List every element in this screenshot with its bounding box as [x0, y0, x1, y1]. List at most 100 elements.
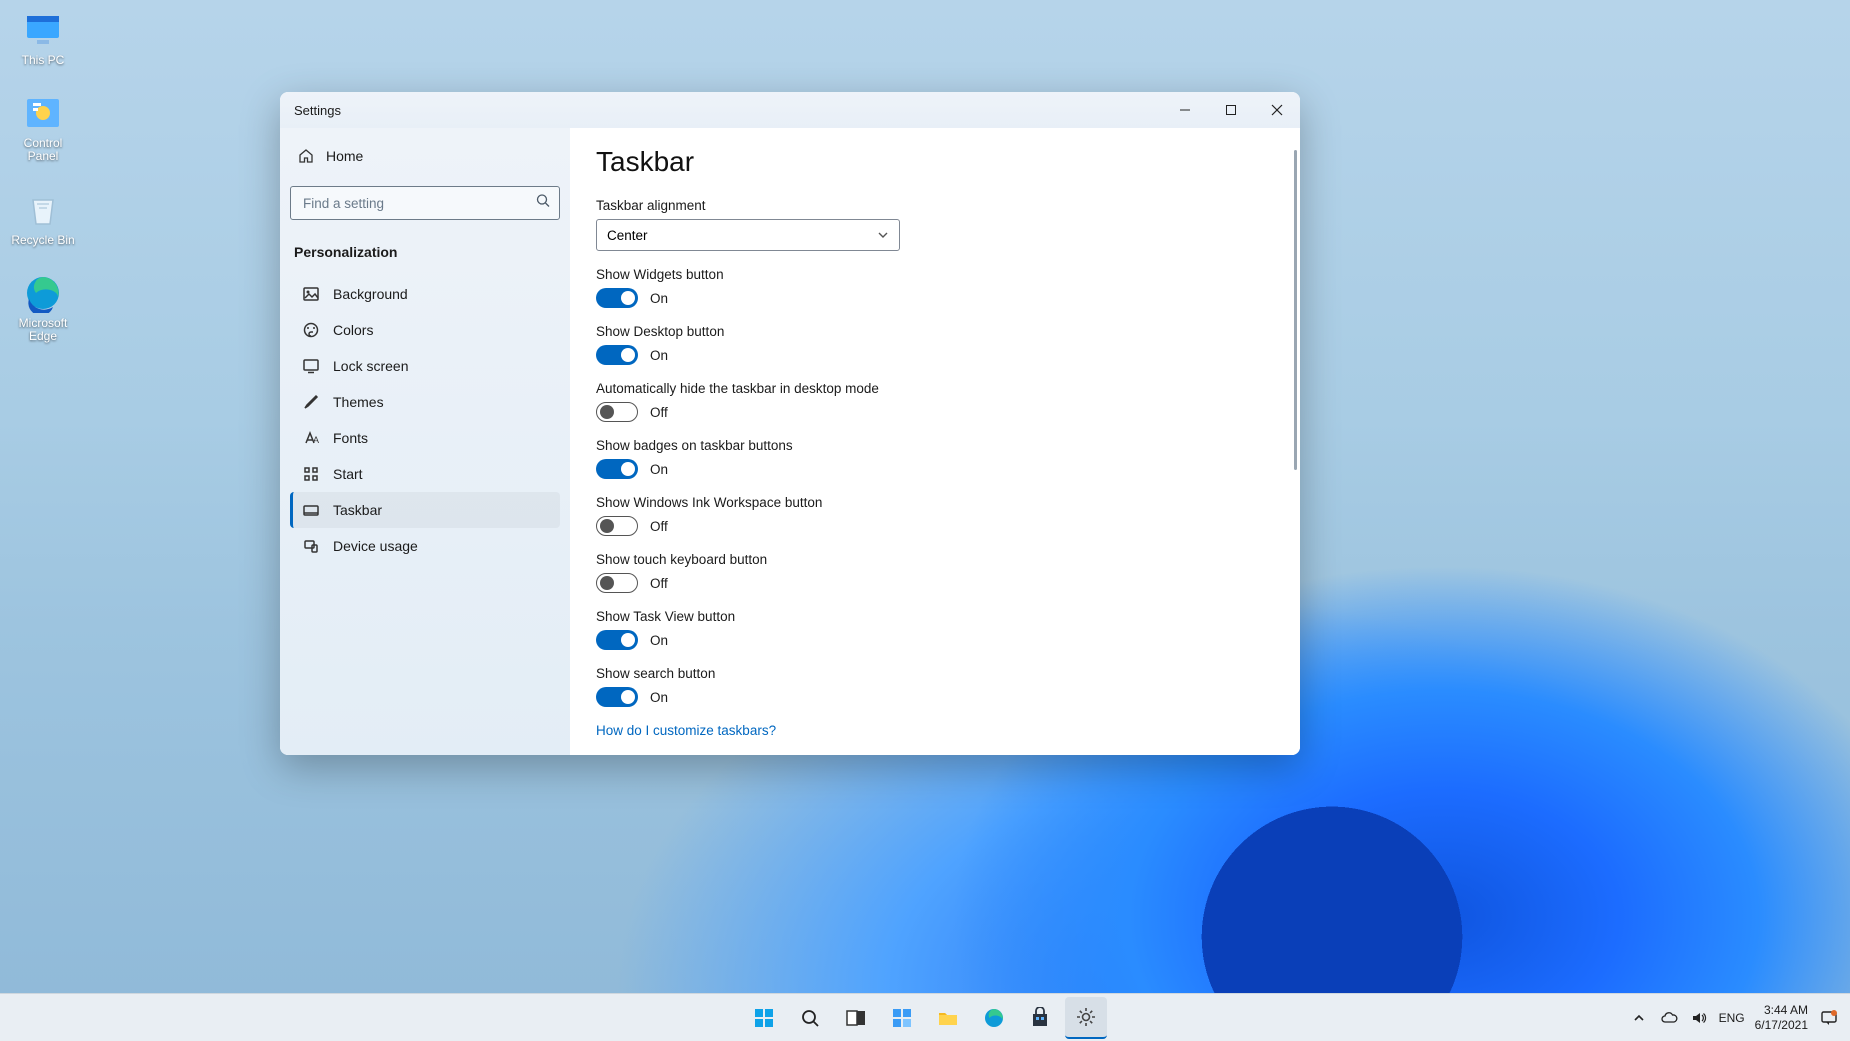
nav-item-label: Themes: [333, 394, 384, 410]
folder-icon: [937, 1007, 959, 1029]
image-icon: [303, 286, 319, 302]
scrollbar-thumb[interactable]: [1294, 150, 1297, 470]
nav-item-fonts[interactable]: AFonts: [290, 420, 560, 456]
desktop-icon-label: This PC: [22, 54, 65, 67]
nav-item-themes[interactable]: Themes: [290, 384, 560, 420]
cloud-icon: [1660, 1011, 1678, 1025]
content-area: Taskbar Taskbar alignment Center Show Wi…: [570, 128, 1300, 755]
titlebar[interactable]: Settings: [280, 92, 1300, 128]
toggle-label: Show search button: [596, 666, 1265, 681]
toggle-switch[interactable]: [596, 345, 638, 365]
taskview-button[interactable]: [835, 997, 877, 1039]
settings-window: Settings Home Personalization Background…: [280, 92, 1300, 755]
nav-home[interactable]: Home: [290, 140, 560, 172]
widgets-icon: [891, 1007, 913, 1029]
toggle-switch[interactable]: [596, 573, 638, 593]
nav-item-label: Background: [333, 286, 408, 302]
speaker-icon: [1691, 1010, 1707, 1026]
toggle-state-text: On: [650, 291, 668, 306]
help-link[interactable]: How do I customize taskbars?: [596, 723, 1265, 738]
nav-item-start[interactable]: Start: [290, 456, 560, 492]
maximize-button[interactable]: [1208, 92, 1254, 128]
this-pc-icon: [23, 10, 63, 50]
store-button[interactable]: [1019, 997, 1061, 1039]
toggle-switch[interactable]: [596, 516, 638, 536]
toggle-switch[interactable]: [596, 459, 638, 479]
desktop-icon-microsoft-edge[interactable]: Microsoft Edge: [8, 273, 78, 343]
toggle-label: Show badges on taskbar buttons: [596, 438, 1265, 453]
desktop-icon-label: Microsoft Edge: [8, 317, 78, 343]
font-icon: A: [303, 430, 319, 446]
language-indicator[interactable]: ENG: [1719, 1011, 1745, 1025]
close-icon: [1271, 104, 1283, 116]
start-button[interactable]: [743, 997, 785, 1039]
chevron-down-icon: [877, 229, 889, 241]
toggle-switch[interactable]: [596, 288, 638, 308]
brush-icon: [303, 394, 319, 410]
control-panel-icon: [23, 93, 63, 133]
toggle-state-text: Off: [650, 405, 668, 420]
sidebar-section-label: Personalization: [290, 238, 560, 272]
monitor-icon: [303, 358, 319, 374]
system-tray: ENG 3:44 AM 6/17/2021: [1629, 994, 1850, 1041]
explorer-button[interactable]: [927, 997, 969, 1039]
nav-item-taskbar[interactable]: Taskbar: [290, 492, 560, 528]
nav-item-lockscreen[interactable]: Lock screen: [290, 348, 560, 384]
nav-item-deviceusage[interactable]: Device usage: [290, 528, 560, 564]
toggle-state-text: On: [650, 633, 668, 648]
volume-tray[interactable]: [1689, 1008, 1709, 1028]
notification-icon: [1820, 1009, 1838, 1027]
clock-time: 3:44 AM: [1764, 1003, 1808, 1017]
toggle-switch[interactable]: [596, 402, 638, 422]
search-icon: [536, 194, 550, 213]
desktop-icon-recycle-bin[interactable]: Recycle Bin: [8, 190, 78, 247]
edge-icon: [23, 273, 63, 313]
tray-overflow[interactable]: [1629, 1008, 1649, 1028]
toggle-switch[interactable]: [596, 630, 638, 650]
taskbar: ENG 3:44 AM 6/17/2021: [0, 993, 1850, 1041]
clock-date: 6/17/2021: [1755, 1018, 1808, 1032]
taskbar-icon: [303, 502, 319, 518]
toggle-state-text: On: [650, 690, 668, 705]
minimize-button[interactable]: [1162, 92, 1208, 128]
minimize-icon: [1179, 104, 1191, 116]
alignment-value: Center: [607, 228, 648, 243]
nav-item-background[interactable]: Background: [290, 276, 560, 312]
chevron-up-icon: [1633, 1012, 1645, 1024]
toggle-state-text: On: [650, 348, 668, 363]
search-field[interactable]: [290, 186, 560, 220]
nav-item-label: Colors: [333, 322, 373, 338]
taskview-icon: [845, 1007, 867, 1029]
notifications-button[interactable]: [1818, 1007, 1840, 1029]
clock[interactable]: 3:44 AM 6/17/2021: [1755, 1003, 1808, 1032]
nav-item-colors[interactable]: Colors: [290, 312, 560, 348]
toggle-label: Show Desktop button: [596, 324, 1265, 339]
sidebar: Home Personalization Background Colors Loc…: [280, 128, 570, 755]
toggle-state-text: Off: [650, 576, 668, 591]
close-button[interactable]: [1254, 92, 1300, 128]
edge-button[interactable]: [973, 997, 1015, 1039]
alignment-label: Taskbar alignment: [596, 198, 1265, 213]
desktop-icon-this-pc[interactable]: This PC: [8, 10, 78, 67]
search-input[interactable]: [290, 186, 560, 220]
toggle-switch[interactable]: [596, 687, 638, 707]
nav-home-label: Home: [326, 148, 363, 164]
search-button[interactable]: [789, 997, 831, 1039]
desktop-icon-control-panel[interactable]: Control Panel: [8, 93, 78, 163]
store-icon: [1029, 1007, 1051, 1029]
windows-logo-icon: [753, 1007, 775, 1029]
scrollbar[interactable]: [1291, 128, 1300, 755]
desktop: This PC Control Panel Recycle Bin Micros…: [0, 0, 1850, 1041]
grid-icon: [303, 466, 319, 482]
desktop-icon-label: Recycle Bin: [11, 234, 74, 247]
widgets-button[interactable]: [881, 997, 923, 1039]
onedrive-tray[interactable]: [1659, 1008, 1679, 1028]
alignment-dropdown[interactable]: Center: [596, 219, 900, 251]
svg-text:A: A: [313, 435, 319, 445]
settings-taskbar-button[interactable]: [1065, 997, 1107, 1039]
toggle-label: Show Task View button: [596, 609, 1265, 624]
search-icon: [799, 1007, 821, 1029]
palette-icon: [303, 322, 319, 338]
taskbar-center: [743, 997, 1107, 1039]
window-title: Settings: [294, 103, 341, 118]
